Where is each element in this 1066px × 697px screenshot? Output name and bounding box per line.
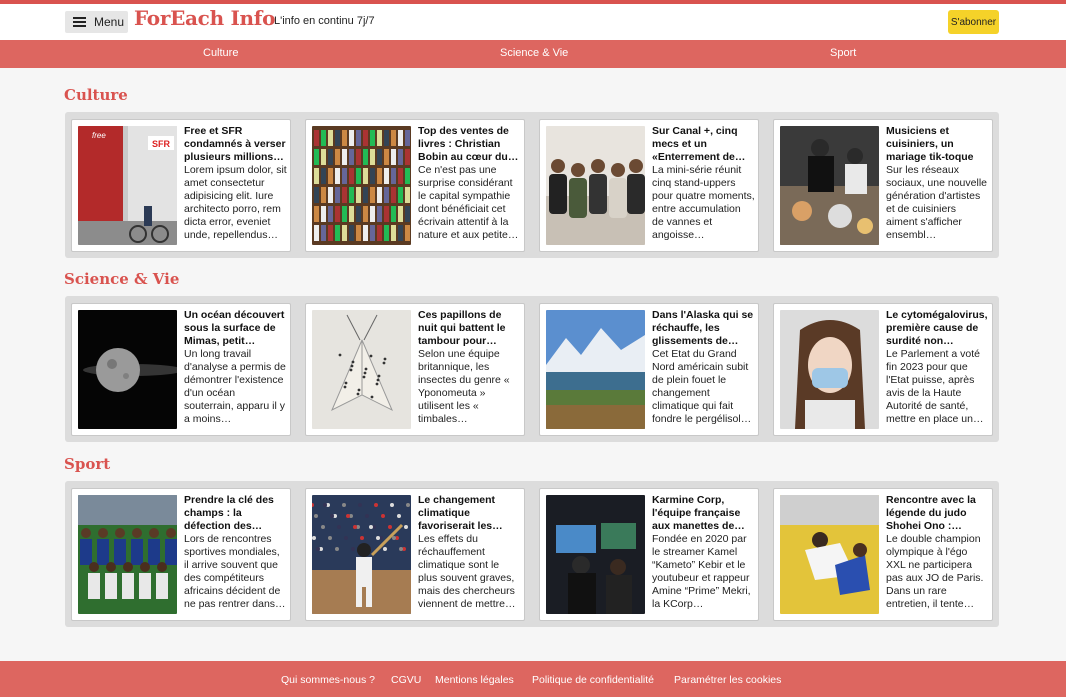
article-card[interactable]: Ces papillons de nuit qui battent le tam… [305,303,525,436]
article-title[interactable]: Free et SFR condamnés à verser plusieurs… [184,125,287,164]
article-text: Ces papillons de nuit qui battent le tam… [418,309,521,426]
article-thumbnail[interactable] [312,495,411,614]
svg-text:free: free [92,131,106,140]
article-title[interactable]: Karmine Corp, l'équipe française aux man… [652,494,755,533]
article-title[interactable]: Le cytomégalovirus, première cause de su… [886,309,989,348]
article-thumbnail[interactable] [546,495,645,614]
article-thumbnail[interactable] [78,310,177,429]
article-title[interactable]: Le changement climatique favoriserait le… [418,494,521,533]
site-logo[interactable]: ForEach Info [134,6,275,30]
section-article-row: Un océan découvert sous la surface de Mi… [65,296,999,442]
article-card[interactable]: Dans l'Alaska qui se réchauffe, les glis… [539,303,759,436]
article-thumbnail[interactable] [78,495,177,614]
article-summary: Selon une équipe britannique, les insect… [418,348,510,425]
article-card[interactable]: SFR free Free et SFR condamnés à verser pl… [71,119,291,252]
site-tagline: L'info en continu 7j/7 [274,15,375,27]
footer-link-about[interactable]: Qui sommes-nous ? [281,674,375,686]
section-title[interactable]: Culture [64,86,128,104]
article-title[interactable]: Sur Canal +, cinq mecs et un «Enterremen… [652,125,755,164]
article-text: Prendre la clé des champs : la défection… [184,494,287,611]
article-summary: Fondée en 2020 par le streamer Kamel “Ka… [652,533,751,610]
section-article-row: Prendre la clé des champs : la défection… [65,481,999,627]
footer-link-legal[interactable]: Mentions légales [435,674,514,686]
article-title[interactable]: Musiciens et cuisiniers, un mariage tik-… [886,125,989,164]
footer-link-cookies[interactable]: Paramétrer les cookies [674,674,781,686]
article-card[interactable]: Top des ventes de livres : Christian Bob… [305,119,525,252]
article-thumbnail[interactable] [312,126,411,245]
article-thumbnail[interactable]: SFR free [78,126,177,245]
article-card[interactable]: Rencontre avec la légende du judo Shohei… [773,488,993,621]
menu-button[interactable]: Menu [65,11,128,33]
article-title[interactable]: Ces papillons de nuit qui battent le tam… [418,309,521,348]
article-text: Rencontre avec la légende du judo Shohei… [886,494,989,611]
article-title[interactable]: Rencontre avec la légende du judo Shohei… [886,494,989,533]
article-summary: Le double champion olympique à l'égo XXL… [886,533,984,610]
article-card[interactable]: Prendre la clé des champs : la défection… [71,488,291,621]
nav-item-sport[interactable]: Sport [830,47,856,59]
subscribe-button[interactable]: S'abonner [948,10,999,34]
article-summary: Lors de rencontres sportives mondiales, … [184,533,286,610]
site-header: Menu ForEach Info L'info en continu 7j/7… [0,4,1066,40]
article-summary: Un long travail d'analyse a permis de dé… [184,348,286,425]
article-text: Musiciens et cuisiniers, un mariage tik-… [886,125,989,242]
article-text: Dans l'Alaska qui se réchauffe, les glis… [652,309,755,426]
article-thumbnail[interactable] [780,495,879,614]
article-text: Le changement climatique favoriserait le… [418,494,521,611]
article-summary: La mini-série réunit cinq stand-uppers p… [652,164,755,241]
article-text: Un océan découvert sous la surface de Mi… [184,309,287,426]
hamburger-icon [73,17,86,27]
article-thumbnail[interactable] [546,310,645,429]
nav-item-science-vie[interactable]: Science & Vie [500,47,568,59]
article-summary: Ce n'est pas une surprise considérant le… [418,164,519,241]
article-card[interactable]: Un océan découvert sous la surface de Mi… [71,303,291,436]
nav-item-culture[interactable]: Culture [203,47,238,59]
article-title[interactable]: Dans l'Alaska qui se réchauffe, les glis… [652,309,755,348]
article-text: Le cytomégalovirus, première cause de su… [886,309,989,426]
article-thumbnail[interactable] [780,310,879,429]
section-article-row: SFR free Free et SFR condamnés à verser pl… [65,112,999,258]
article-summary: Le Parlement a voté fin 2023 pour que l'… [886,348,984,425]
article-text: Free et SFR condamnés à verser plusieurs… [184,125,287,242]
article-thumbnail[interactable] [312,310,411,429]
article-text: Sur Canal +, cinq mecs et un «Enterremen… [652,125,755,242]
article-summary: Lorem ipsum dolor, sit amet consectetur … [184,164,287,241]
section-title[interactable]: Sport [64,455,110,473]
category-nav: Culture Science & Vie Sport [0,40,1066,68]
article-thumbnail[interactable] [546,126,645,245]
article-card[interactable]: Sur Canal +, cinq mecs et un «Enterremen… [539,119,759,252]
article-text: Karmine Corp, l'équipe française aux man… [652,494,755,611]
article-summary: Les effets du réchauffement climatique s… [418,533,516,610]
section-title[interactable]: Science & Vie [64,270,179,288]
article-text: Top des ventes de livres : Christian Bob… [418,125,521,242]
article-title[interactable]: Prendre la clé des champs : la défection… [184,494,287,533]
site-footer: Qui sommes-nous ? CGVU Mentions légales … [0,661,1066,697]
menu-label: Menu [94,15,125,29]
footer-link-cgvu[interactable]: CGVU [391,674,421,686]
article-card[interactable]: Karmine Corp, l'équipe française aux man… [539,488,759,621]
article-card[interactable]: Le cytomégalovirus, première cause de su… [773,303,993,436]
article-summary: Sur les réseaux sociaux, une nouvelle gé… [886,164,987,241]
article-card[interactable]: Le changement climatique favoriserait le… [305,488,525,621]
article-summary: Cet Etat du Grand Nord américain subit d… [652,348,752,425]
article-card[interactable]: Musiciens et cuisiniers, un mariage tik-… [773,119,993,252]
article-thumbnail[interactable] [780,126,879,245]
footer-link-privacy[interactable]: Politique de confidentialité [532,674,654,686]
article-title[interactable]: Un océan découvert sous la surface de Mi… [184,309,287,348]
article-title[interactable]: Top des ventes de livres : Christian Bob… [418,125,521,164]
svg-text:SFR: SFR [152,139,171,149]
